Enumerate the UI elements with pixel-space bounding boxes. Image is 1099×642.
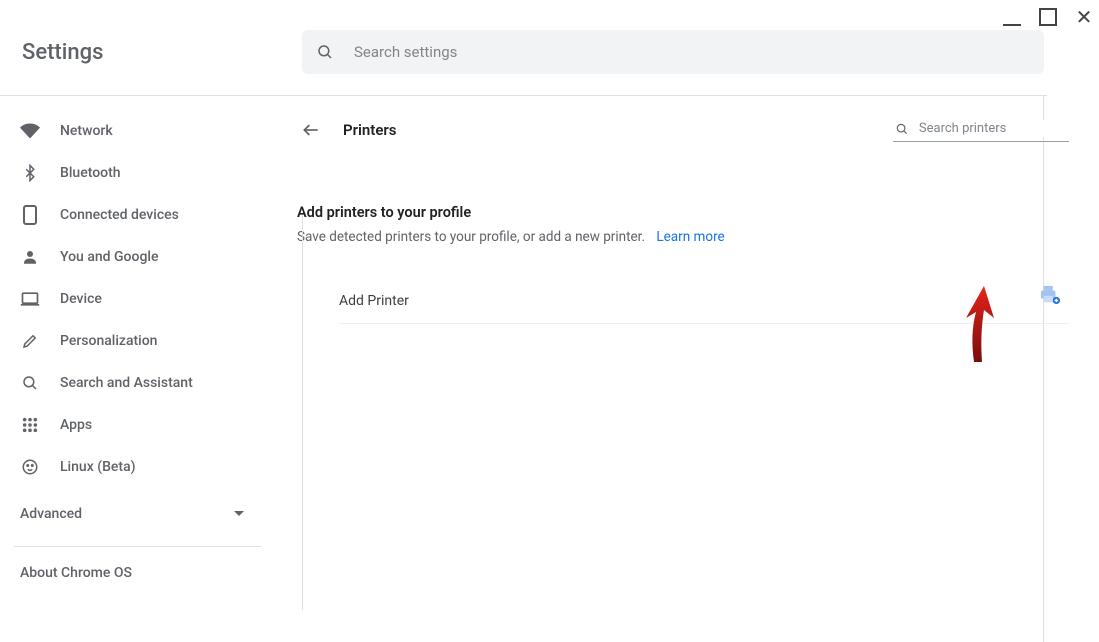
add-printers-section: Add printers to your profile Save detect… <box>297 204 1069 324</box>
sidebar-item-label: Network <box>60 123 113 139</box>
sidebar-item-bluetooth[interactable]: Bluetooth <box>0 152 275 194</box>
add-printer-label: Add Printer <box>339 293 409 309</box>
sidebar-item-label: Linux (Beta) <box>60 459 136 475</box>
laptop-icon <box>20 289 40 309</box>
person-icon <box>20 247 40 267</box>
main-panel: Printers Add printers to your profile Sa… <box>275 100 1099 642</box>
section-description: Save detected printers to your profile, … <box>297 229 1069 245</box>
sidebar-item-connected-devices[interactable]: Connected devices <box>0 194 275 236</box>
sidebar-item-label: Apps <box>60 417 92 433</box>
linux-icon <box>20 457 40 477</box>
learn-more-link[interactable]: Learn more <box>656 229 724 245</box>
window-controls: ✕ <box>1003 8 1093 26</box>
layout: Network Bluetooth Connected devices You … <box>0 100 1099 642</box>
brush-icon <box>20 331 40 351</box>
sidebar-item-personalization[interactable]: Personalization <box>0 320 275 362</box>
maximize-button[interactable] <box>1039 8 1057 26</box>
search-icon <box>895 121 909 137</box>
sidebar-item-label: You and Google <box>60 249 158 265</box>
printer-search[interactable] <box>893 118 1069 142</box>
chevron-down-icon <box>233 510 245 518</box>
header-divider <box>0 95 1047 96</box>
section-desc-text: Save detected printers to your profile, … <box>297 229 645 245</box>
about-link[interactable]: About Chrome OS <box>0 547 275 599</box>
sidebar-item-linux[interactable]: Linux (Beta) <box>0 446 275 488</box>
search-icon <box>316 43 334 61</box>
sidebar-main-divider <box>302 215 303 610</box>
bluetooth-icon <box>20 163 40 183</box>
back-button[interactable] <box>297 116 325 144</box>
add-printer-button[interactable] <box>1039 285 1061 309</box>
sidebar-item-search-assistant[interactable]: Search and Assistant <box>0 362 275 404</box>
sidebar-item-device[interactable]: Device <box>0 278 275 320</box>
arrow-left-icon <box>301 120 321 140</box>
wifi-icon <box>20 121 40 141</box>
search-icon <box>20 373 40 393</box>
printer-plus-icon <box>1039 285 1061 305</box>
header-row: Settings <box>0 0 1099 74</box>
close-button[interactable]: ✕ <box>1075 8 1093 26</box>
sidebar-item-network[interactable]: Network <box>0 110 275 152</box>
printer-search-input[interactable] <box>917 120 1067 137</box>
sidebar-item-label: Bluetooth <box>60 165 121 181</box>
sidebar-item-label: Connected devices <box>60 207 179 223</box>
add-printer-row[interactable]: Add Printer <box>339 279 1069 324</box>
search-bar[interactable] <box>302 30 1044 74</box>
sidebar-item-label: Device <box>60 291 102 307</box>
app-title: Settings <box>22 40 262 65</box>
minimize-icon <box>1003 8 1021 26</box>
advanced-toggle[interactable]: Advanced <box>0 488 275 540</box>
about-label: About Chrome OS <box>20 565 132 581</box>
sidebar-item-you-and-google[interactable]: You and Google <box>0 236 275 278</box>
minimize-button[interactable] <box>1003 8 1021 26</box>
sidebar-item-apps[interactable]: Apps <box>0 404 275 446</box>
section-title: Add printers to your profile <box>297 204 1069 221</box>
apps-grid-icon <box>20 415 40 435</box>
page-title: Printers <box>343 121 397 139</box>
advanced-label: Advanced <box>20 506 82 522</box>
sidebar-item-label: Search and Assistant <box>60 375 193 391</box>
page-header: Printers <box>297 116 1069 144</box>
phone-icon <box>20 205 40 225</box>
maximize-icon <box>1039 8 1057 26</box>
sidebar: Network Bluetooth Connected devices You … <box>0 100 275 642</box>
search-input[interactable] <box>352 42 1030 62</box>
sidebar-item-label: Personalization <box>60 333 157 349</box>
